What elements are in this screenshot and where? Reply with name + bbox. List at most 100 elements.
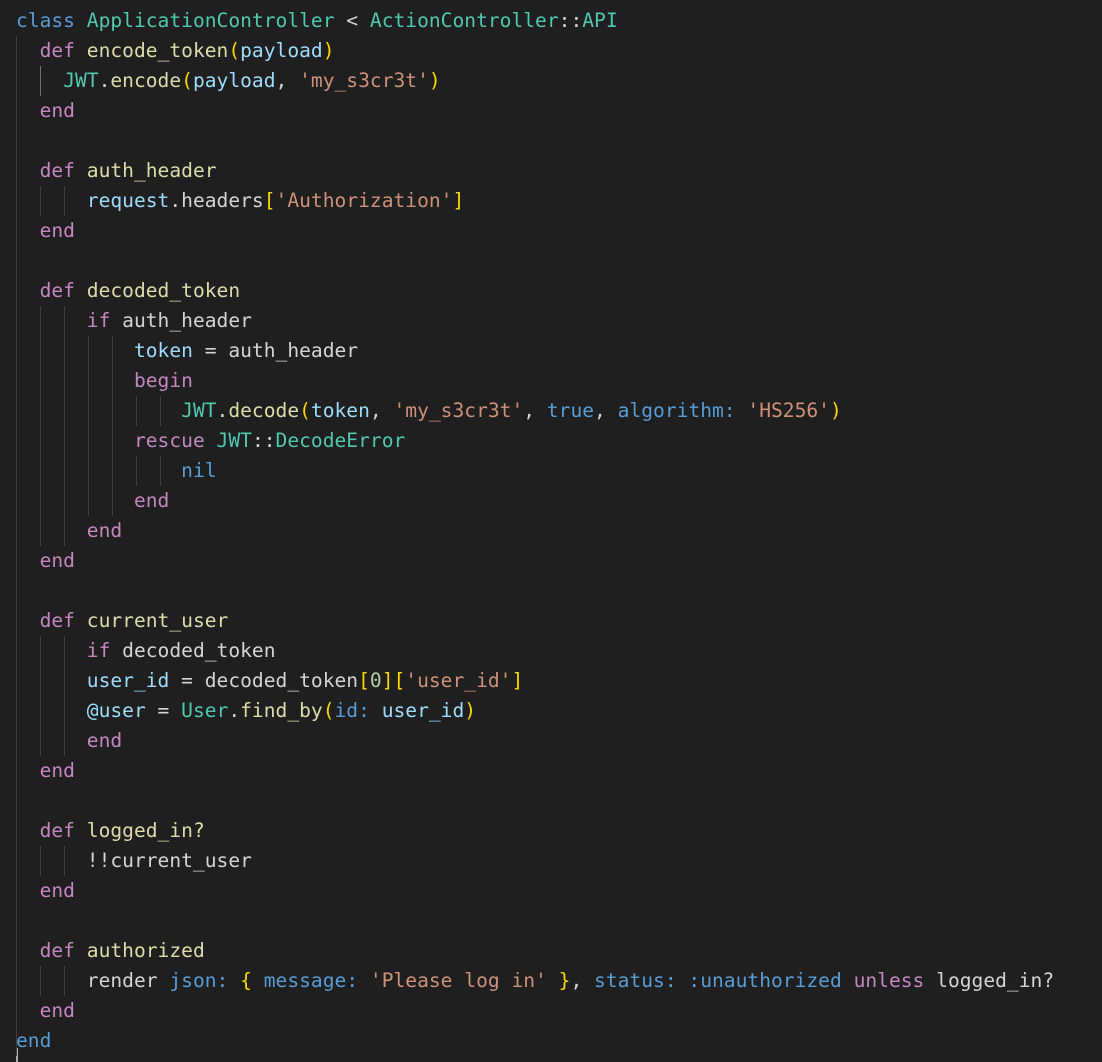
code-line[interactable]: if auth_header (16, 306, 252, 336)
code-token: ( (228, 39, 241, 62)
code-token: ) (322, 39, 335, 62)
code-line[interactable]: request.headers['Authorization'] (16, 186, 465, 216)
code-token: if (86, 639, 123, 662)
indent-guide (64, 846, 65, 876)
code-token: User (181, 699, 229, 722)
code-line[interactable]: def auth_header (16, 156, 217, 186)
code-token: payload (240, 39, 323, 62)
code-token: 'my_s3cr3t' (393, 399, 524, 422)
code-line[interactable]: class ApplicationController < ActionCont… (16, 6, 618, 36)
code-line[interactable]: end (16, 96, 75, 126)
code-line[interactable]: token = auth_header (16, 336, 358, 366)
code-token: . (216, 399, 229, 422)
code-token: [ (263, 189, 276, 212)
code-token: encode (110, 69, 182, 92)
code-token: auth_header (228, 339, 359, 362)
code-token: JWT (63, 69, 99, 92)
code-token: def (39, 939, 87, 962)
code-token: ) (464, 699, 477, 722)
indent-guide (40, 66, 41, 96)
code-token: def (39, 279, 87, 302)
code-token: ( (322, 699, 335, 722)
code-token: def (39, 609, 87, 632)
code-token: end (39, 99, 75, 122)
indent-guide (40, 846, 41, 876)
code-line[interactable]: JWT.decode(token, 'my_s3cr3t', true, alg… (16, 396, 842, 426)
code-token: 'user_id' (405, 669, 512, 692)
code-token: = (169, 669, 205, 692)
code-token: JWT (216, 429, 252, 452)
code-line[interactable]: end (16, 216, 75, 246)
code-token: API (582, 9, 618, 32)
code-token: , (275, 69, 300, 92)
code-line[interactable]: def current_user (16, 606, 229, 636)
code-line[interactable]: !!current_user (16, 846, 252, 876)
code-token: . (228, 699, 241, 722)
code-line[interactable]: end (16, 1026, 51, 1056)
code-line[interactable]: begin (16, 366, 193, 396)
code-token: logged_in? (86, 819, 205, 842)
code-line[interactable]: def authorized (16, 936, 205, 966)
code-line[interactable]: render json: { message: 'Please log in' … (16, 966, 1054, 996)
code-token: authorized (86, 939, 205, 962)
indent-guide (40, 186, 41, 216)
code-line[interactable]: end (16, 756, 75, 786)
code-line[interactable]: end (16, 996, 75, 1026)
code-token: render (86, 969, 170, 992)
code-token: < (334, 9, 370, 32)
code-token: algorithm: (617, 399, 736, 422)
code-line[interactable]: end (16, 546, 75, 576)
code-line[interactable]: end (16, 486, 169, 516)
code-token: . (98, 69, 111, 92)
code-line[interactable]: nil (16, 456, 216, 486)
indent-guide (16, 36, 17, 1056)
code-token: end (39, 219, 75, 242)
code-token: decoded_token (122, 639, 276, 662)
code-line[interactable]: user_id = decoded_token[0]['user_id'] (16, 666, 523, 696)
code-line[interactable]: end (16, 876, 75, 906)
code-line[interactable]: rescue JWT::DecodeError (16, 426, 405, 456)
code-token: 0 (369, 669, 382, 692)
code-line[interactable]: @user = User.find_by(id: user_id) (16, 696, 476, 726)
code-token: [ (358, 669, 370, 692)
code-line[interactable]: def encode_token(payload) (16, 36, 335, 66)
code-token: = (192, 339, 229, 362)
code-token: ] (511, 669, 524, 692)
code-token: [ (393, 669, 406, 692)
code-editor[interactable]: class ApplicationController < ActionCont… (0, 0, 1102, 1062)
code-token: { (240, 969, 252, 992)
code-line[interactable]: end (16, 516, 122, 546)
code-line[interactable]: def decoded_token (16, 276, 241, 306)
code-token: ActionController (369, 9, 559, 32)
code-token: end (86, 729, 123, 752)
code-token: def (39, 819, 87, 842)
code-line[interactable]: JWT.encode(payload, 'my_s3cr3t') (16, 66, 441, 96)
code-token: ( (299, 399, 311, 422)
indent-guide (64, 636, 65, 756)
code-token: token (310, 399, 370, 422)
code-token: end (39, 759, 75, 782)
indent-guide (160, 456, 161, 486)
code-line[interactable]: if decoded_token (16, 636, 276, 666)
code-line[interactable]: def logged_in? (16, 816, 205, 846)
code-line[interactable]: end (16, 726, 122, 756)
code-token: 'Please log in' (369, 969, 547, 992)
